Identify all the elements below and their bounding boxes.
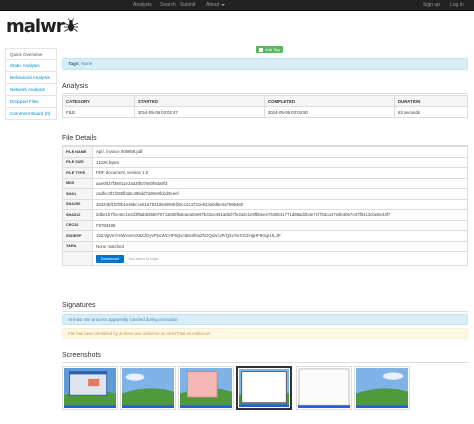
screenshot-thumbnail[interactable]: [354, 366, 410, 410]
table-row: Download You need to login: [62, 251, 468, 266]
row-label: SHA512: [62, 209, 93, 221]
bug-icon: [63, 18, 79, 32]
screenshot-thumbnail-selected[interactable]: [236, 366, 292, 410]
add-tag-label: Add Tag: [265, 47, 280, 52]
row-value: 2dbe1b7fce4ec1e2d3f8ab936b076711830fbdea…: [92, 209, 468, 221]
row-label: SHA256: [62, 198, 93, 210]
tag-icon: [259, 47, 263, 52]
nav-submit-link[interactable]: Submit: [180, 0, 196, 11]
top-navbar: Analysis Search Submit About Sign up Log…: [0, 0, 474, 11]
row-value: None matched: [92, 240, 468, 252]
nav-analysis-link[interactable]: Analysis: [133, 0, 152, 11]
divider: [62, 93, 468, 94]
row-value: 28324bf1f2f0b1e46bcce61a79318640946f25cc…: [92, 198, 468, 210]
screenshot-image: [64, 368, 116, 408]
table-cell: 2014-05-06 03:03:50: [264, 106, 395, 118]
table-row: CRC32 F9783488: [62, 219, 468, 231]
signatures-heading: Signatures: [62, 302, 96, 309]
column-header: STARTED: [134, 95, 265, 107]
analysis-table: CATEGORY STARTED COMPLETED DURATION FILE…: [62, 95, 468, 118]
table-row: FILE 2014-05-06 03:02:47 2014-05-06 03:0…: [62, 106, 468, 118]
table-header-row: CATEGORY STARTED COMPLETED DURATION: [62, 95, 468, 107]
row-value: cadfec3f1f285fbabc496dd7a90e8fcbd3eeef: [92, 188, 468, 200]
download-button[interactable]: Download: [96, 254, 124, 263]
divider: [62, 311, 468, 312]
sidebar-item-comment-board[interactable]: Comment Board (0): [5, 108, 57, 120]
row-value: Apr/. invoice 005959.pdf: [92, 146, 468, 158]
table-row: FILE SIZE 11028 bytes: [62, 156, 468, 168]
sidebar-item-behavioral-analysis[interactable]: Behavioral Analysis: [5, 72, 57, 84]
table-cell: 63 seconds: [394, 106, 468, 118]
sidebar-nav: Quick Overview Static Analysis Behaviora…: [5, 48, 57, 120]
sidebar-item-network-analysis[interactable]: Network Analysis: [5, 84, 57, 96]
sidebar-item-dropped-files[interactable]: Dropped Files: [5, 96, 57, 108]
nav-search-link[interactable]: Search: [160, 0, 176, 11]
screenshot-image: [122, 368, 174, 408]
row-label: YARA: [62, 240, 93, 252]
column-header: DURATION: [394, 95, 468, 107]
signup-link[interactable]: Sign up: [423, 0, 440, 11]
table-row: MD5 aae0827f38011e2aa3fb07660f9da9f3: [62, 177, 468, 189]
signature-alert[interactable]: At least one process apparently crashed …: [62, 314, 468, 325]
sidebar-item-static-analysis[interactable]: Static Analysis: [5, 60, 57, 72]
row-label: FILE SIZE: [62, 156, 93, 168]
screenshot-thumbnail[interactable]: [120, 366, 176, 410]
file-details-heading: File Details: [62, 135, 97, 142]
signature-alert[interactable]: File has been identified by at least one…: [62, 328, 468, 339]
screenshot-image: [356, 368, 408, 408]
row-label: CRC32: [62, 219, 93, 231]
file-details-table: FILE NAME Apr/. invoice 005959.pdf FILE S…: [62, 146, 468, 266]
screenshot-thumbnail[interactable]: [296, 366, 352, 410]
site-logo[interactable]: malwr: [6, 17, 65, 37]
table-cell: FILE: [62, 106, 135, 118]
table-row: SHA1 cadfec3f1f285fbabc496dd7a90e8fcbd3ee…: [62, 188, 468, 200]
tags-value: None: [81, 61, 93, 66]
download-cell: Download You need to login: [92, 251, 468, 266]
row-value: 11028 bytes: [92, 156, 468, 168]
screenshot-image: [180, 368, 232, 408]
screenshot-image: [298, 368, 350, 408]
screenshots-heading: Screenshots: [62, 352, 101, 359]
table-row: FILE TYPE PDF document, version 1.5: [62, 167, 468, 179]
row-label: FILE NAME: [62, 146, 93, 158]
login-required-note: You need to login: [128, 256, 159, 261]
row-value: 192:9gVmYHWxvmnX6ZJGyVPpLWCHF6Qv/46tx3ht…: [92, 230, 468, 242]
column-header: CATEGORY: [62, 95, 135, 107]
screenshot-image: [239, 369, 289, 407]
column-header: COMPLETED: [264, 95, 395, 107]
add-tag-button[interactable]: Add Tag: [256, 46, 283, 53]
nav-about-label: About: [206, 2, 220, 8]
login-link[interactable]: Log in: [450, 0, 464, 11]
table-row: FILE NAME Apr/. invoice 005959.pdf: [62, 146, 468, 158]
screenshot-thumbnail[interactable]: [62, 366, 118, 410]
analysis-heading: Analysis: [62, 83, 89, 90]
table-cell: 2014-05-06 03:02:47: [134, 106, 265, 118]
screenshot-thumbnail[interactable]: [178, 366, 234, 410]
caret-down-icon: [221, 3, 226, 6]
divider: [62, 362, 468, 363]
row-value: PDF document, version 1.5: [92, 167, 468, 179]
screenshot-strip: [62, 366, 468, 414]
table-row: YARA None matched: [62, 240, 468, 252]
row-value: aae0827f38011e2aa3fb07660f9da9f3: [92, 177, 468, 189]
table-row: SSDEEP 192:9gVmYHWxvmnX6ZJGyVPpLWCHF6Qv/4…: [62, 230, 468, 242]
row-value: F9783488: [92, 219, 468, 231]
sidebar-item-quick-overview[interactable]: Quick Overview: [5, 48, 57, 60]
nav-about-menu[interactable]: About: [206, 0, 226, 11]
row-label: SSDEEP: [62, 230, 93, 242]
row-label: SHA1: [62, 188, 93, 200]
row-label: MD5: [62, 177, 93, 189]
tags-label: Tags:: [68, 61, 80, 66]
row-label: FILE TYPE: [62, 167, 93, 179]
tags-bar: Tags: None: [62, 58, 468, 70]
row-label: [62, 251, 93, 266]
table-row: SHA512 2dbe1b7fce4ec1e2d3f8ab936b07671183…: [62, 209, 468, 221]
table-row: SHA256 28324bf1f2f0b1e46bcce61a7931864094…: [62, 198, 468, 210]
